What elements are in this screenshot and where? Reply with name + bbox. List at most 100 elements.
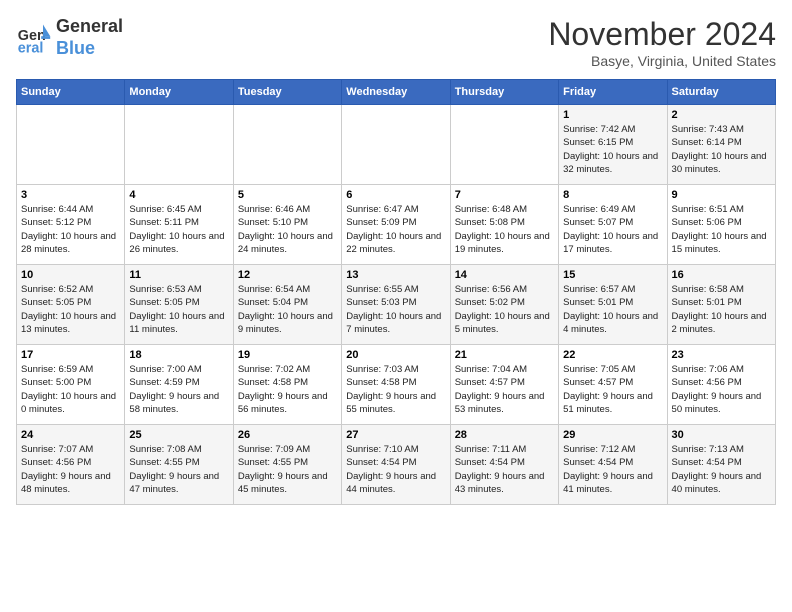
calendar-cell: 9 Sunrise: 6:51 AMSunset: 5:06 PMDaylight… [667,185,775,265]
svg-text:eral: eral [18,40,44,56]
day-info: Sunrise: 6:59 AMSunset: 5:00 PMDaylight:… [21,363,120,416]
day-info: Sunrise: 7:05 AMSunset: 4:57 PMDaylight:… [563,363,662,416]
day-info: Sunrise: 6:51 AMSunset: 5:06 PMDaylight:… [672,203,771,256]
calendar-cell: 2 Sunrise: 7:43 AMSunset: 6:14 PMDaylight… [667,105,775,185]
calendar-week-row: 10 Sunrise: 6:52 AMSunset: 5:05 PMDayligh… [17,265,776,345]
calendar-cell: 15 Sunrise: 6:57 AMSunset: 5:01 PMDayligh… [559,265,667,345]
calendar-header-row: SundayMondayTuesdayWednesdayThursdayFrid… [17,80,776,105]
column-header-monday: Monday [125,80,233,105]
calendar-cell: 25 Sunrise: 7:08 AMSunset: 4:55 PMDayligh… [125,425,233,505]
calendar-cell: 19Sunrise: 7:02 AMSunset: 4:58 PMDayligh… [233,345,341,425]
day-info: Sunrise: 7:12 AMSunset: 4:54 PMDaylight:… [563,443,662,496]
day-info: Sunrise: 6:46 AMSunset: 5:10 PMDaylight:… [238,203,337,256]
day-number: 9 [672,189,771,201]
calendar-cell: 30 Sunrise: 7:13 AMSunset: 4:54 PMDayligh… [667,425,775,505]
calendar-cell: 12Sunrise: 6:54 AMSunset: 5:04 PMDayligh… [233,265,341,345]
day-info: Sunrise: 7:06 AMSunset: 4:56 PMDaylight:… [672,363,771,416]
day-info: Sunrise: 7:11 AMSunset: 4:54 PMDaylight:… [455,443,554,496]
day-info: Sunrise: 7:04 AMSunset: 4:57 PMDaylight:… [455,363,554,416]
day-number: 19 [238,349,337,361]
day-info: Sunrise: 6:52 AMSunset: 5:05 PMDaylight:… [21,283,120,336]
calendar-week-row: 1Sunrise: 7:42 AMSunset: 6:15 PMDaylight… [17,105,776,185]
day-number: 10 [21,269,120,281]
calendar-cell: 3 Sunrise: 6:44 AMSunset: 5:12 PMDaylight… [17,185,125,265]
day-number: 29 [563,429,662,441]
day-number: 5 [238,189,337,201]
calendar-cell: 27 Sunrise: 7:10 AMSunset: 4:54 PMDayligh… [342,425,450,505]
calendar-cell: 21 Sunrise: 7:04 AMSunset: 4:57 PMDayligh… [450,345,558,425]
calendar-cell [125,105,233,185]
day-info: Sunrise: 7:07 AMSunset: 4:56 PMDaylight:… [21,443,120,496]
day-number: 4 [129,189,228,201]
day-info: Sunrise: 6:53 AMSunset: 5:05 PMDaylight:… [129,283,228,336]
calendar-cell: 14Sunrise: 6:56 AMSunset: 5:02 PMDayligh… [450,265,558,345]
day-info: Sunrise: 6:58 AMSunset: 5:01 PMDaylight:… [672,283,771,336]
calendar-cell: 1Sunrise: 7:42 AMSunset: 6:15 PMDaylight… [559,105,667,185]
day-info: Sunrise: 7:09 AMSunset: 4:55 PMDaylight:… [238,443,337,496]
calendar-cell: 29 Sunrise: 7:12 AMSunset: 4:54 PMDayligh… [559,425,667,505]
month-title: November 2024 [548,16,776,53]
day-number: 25 [129,429,228,441]
day-info: Sunrise: 7:08 AMSunset: 4:55 PMDaylight:… [129,443,228,496]
day-info: Sunrise: 7:43 AMSunset: 6:14 PMDaylight:… [672,123,771,176]
day-number: 18 [129,349,228,361]
calendar-cell: 5 Sunrise: 6:46 AMSunset: 5:10 PMDaylight… [233,185,341,265]
location: Basye, Virginia, United States [548,53,776,69]
day-number: 6 [346,189,445,201]
day-info: Sunrise: 6:45 AMSunset: 5:11 PMDaylight:… [129,203,228,256]
calendar-cell: 23Sunrise: 7:06 AMSunset: 4:56 PMDayligh… [667,345,775,425]
day-number: 13 [346,269,445,281]
calendar-cell: 26 Sunrise: 7:09 AMSunset: 4:55 PMDayligh… [233,425,341,505]
day-info: Sunrise: 7:10 AMSunset: 4:54 PMDaylight:… [346,443,445,496]
day-number: 7 [455,189,554,201]
day-number: 2 [672,109,771,121]
day-info: Sunrise: 6:57 AMSunset: 5:01 PMDaylight:… [563,283,662,336]
calendar-cell [233,105,341,185]
calendar-cell: 11Sunrise: 6:53 AMSunset: 5:05 PMDayligh… [125,265,233,345]
logo-icon: Gen eral [16,20,52,56]
calendar-cell: 17Sunrise: 6:59 AMSunset: 5:00 PMDayligh… [17,345,125,425]
day-number: 3 [21,189,120,201]
day-number: 22 [563,349,662,361]
logo: Gen eral General Blue [16,16,123,59]
calendar-cell: 4 Sunrise: 6:45 AMSunset: 5:11 PMDaylight… [125,185,233,265]
calendar-week-row: 3 Sunrise: 6:44 AMSunset: 5:12 PMDaylight… [17,185,776,265]
column-header-tuesday: Tuesday [233,80,341,105]
calendar-cell [450,105,558,185]
page-header: Gen eral General Blue November 2024 Basy… [16,16,776,69]
column-header-sunday: Sunday [17,80,125,105]
calendar-cell [17,105,125,185]
calendar-cell: 8Sunrise: 6:49 AMSunset: 5:07 PMDaylight… [559,185,667,265]
column-header-wednesday: Wednesday [342,80,450,105]
day-number: 12 [238,269,337,281]
calendar-cell: 20Sunrise: 7:03 AMSunset: 4:58 PMDayligh… [342,345,450,425]
day-info: Sunrise: 7:42 AMSunset: 6:15 PMDaylight:… [563,123,662,176]
title-block: November 2024 Basye, Virginia, United St… [548,16,776,69]
day-number: 28 [455,429,554,441]
day-number: 15 [563,269,662,281]
day-number: 21 [455,349,554,361]
calendar-cell: 24 Sunrise: 7:07 AMSunset: 4:56 PMDayligh… [17,425,125,505]
calendar-cell: 6 Sunrise: 6:47 AMSunset: 5:09 PMDaylight… [342,185,450,265]
logo-text: General Blue [56,16,123,59]
calendar-week-row: 17Sunrise: 6:59 AMSunset: 5:00 PMDayligh… [17,345,776,425]
day-info: Sunrise: 6:47 AMSunset: 5:09 PMDaylight:… [346,203,445,256]
day-info: Sunrise: 7:13 AMSunset: 4:54 PMDaylight:… [672,443,771,496]
column-header-thursday: Thursday [450,80,558,105]
day-number: 24 [21,429,120,441]
calendar-cell: 7Sunrise: 6:48 AMSunset: 5:08 PMDaylight… [450,185,558,265]
calendar-table: SundayMondayTuesdayWednesdayThursdayFrid… [16,79,776,505]
day-info: Sunrise: 6:55 AMSunset: 5:03 PMDaylight:… [346,283,445,336]
day-number: 26 [238,429,337,441]
calendar-cell: 18Sunrise: 7:00 AMSunset: 4:59 PMDayligh… [125,345,233,425]
calendar-cell: 10 Sunrise: 6:52 AMSunset: 5:05 PMDayligh… [17,265,125,345]
day-info: Sunrise: 6:44 AMSunset: 5:12 PMDaylight:… [21,203,120,256]
calendar-cell: 16Sunrise: 6:58 AMSunset: 5:01 PMDayligh… [667,265,775,345]
day-number: 30 [672,429,771,441]
day-info: Sunrise: 7:03 AMSunset: 4:58 PMDaylight:… [346,363,445,416]
day-info: Sunrise: 6:56 AMSunset: 5:02 PMDaylight:… [455,283,554,336]
day-number: 27 [346,429,445,441]
day-number: 8 [563,189,662,201]
calendar-cell: 28 Sunrise: 7:11 AMSunset: 4:54 PMDayligh… [450,425,558,505]
calendar-cell [342,105,450,185]
